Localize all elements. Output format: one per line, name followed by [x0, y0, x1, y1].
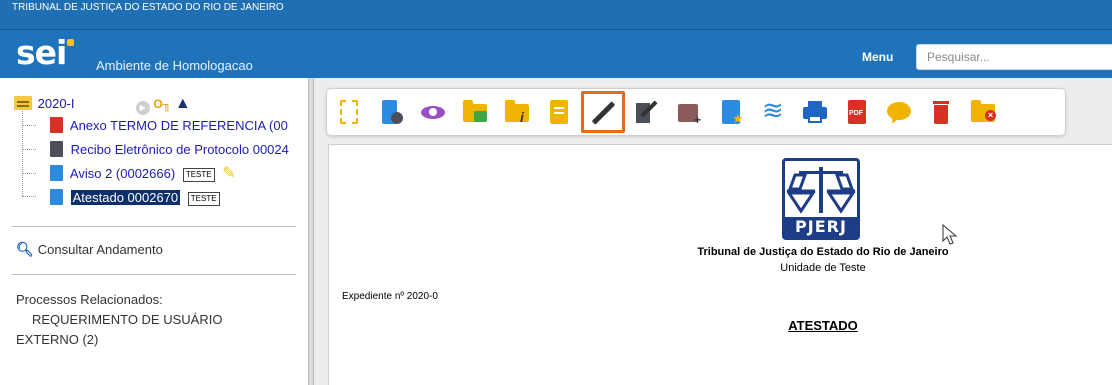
document-star-icon: ★: [718, 99, 744, 126]
tree-doc-row-selected[interactable]: Atestado 0002670 TESTE: [50, 188, 220, 208]
related-item-line1[interactable]: REQUERIMENTO DE USUÁRIO: [16, 310, 296, 330]
menu-link[interactable]: Menu: [862, 50, 893, 64]
tree-doc-row[interactable]: Anexo TERMO DE REFERENCIA (00: [50, 116, 288, 136]
mouse-cursor-icon: [942, 224, 958, 245]
layers-icon: ≋: [762, 95, 784, 125]
org-header-bar: TRIBUNAL DE JUSTIÇA DO ESTADO DO RIO DE …: [0, 0, 1112, 30]
add-to-block-button[interactable]: +: [671, 93, 707, 131]
doc-link[interactable]: Recibo Eletrônico de Protocolo 00024: [71, 142, 289, 157]
unit-name: Unidade de Teste: [780, 262, 866, 274]
doc-link-selected[interactable]: Atestado 0002670: [70, 190, 181, 205]
brand-bar: sei Ambiente de Homologacao Menu: [0, 30, 1112, 78]
favorite-document-button[interactable]: ★: [713, 93, 749, 131]
related-item-line2[interactable]: EXTERNO (2): [16, 330, 296, 350]
generate-pdf-button[interactable]: PDF: [839, 93, 875, 131]
edit-document-icon: [546, 99, 572, 125]
tree-doc-row[interactable]: Recibo Eletrônico de Protocolo 00024: [50, 140, 289, 160]
comment-button[interactable]: [881, 93, 917, 131]
print-icon: [802, 99, 828, 125]
expediente-number: Expediente nº 2020-0: [342, 291, 438, 302]
sign-document-button[interactable]: [581, 91, 625, 133]
consult-progress-link[interactable]: 🔍︎ Consultar Andamento: [16, 241, 163, 258]
sign-block-icon: [634, 99, 660, 125]
edit-document-button[interactable]: [541, 93, 577, 131]
comment-icon: [886, 99, 912, 126]
process-settings-button[interactable]: [373, 93, 409, 131]
tree-doc-row[interactable]: Aviso 2 (0002666) TESTE ✎: [50, 164, 236, 184]
org-title: TRIBUNAL DE JUSTIÇA DO ESTADO DO RIO DE …: [12, 2, 284, 13]
sign-block-button[interactable]: [629, 93, 665, 131]
new-document-button[interactable]: [331, 93, 367, 131]
folder-icon: [14, 96, 32, 110]
document-icon: [50, 189, 63, 205]
delete-button[interactable]: [923, 93, 959, 131]
process-info-button[interactable]: i: [499, 93, 535, 131]
related-title: Processos Relacionados:: [16, 292, 163, 307]
environment-label: Ambiente de Homologacao: [96, 58, 253, 73]
warning-icon[interactable]: ▲: [175, 95, 191, 112]
doc-link[interactable]: Aviso 2 (0002666): [70, 166, 175, 181]
separator: [12, 226, 296, 227]
add-block-icon: +: [676, 99, 702, 127]
send-folder-icon: [462, 99, 488, 125]
doc-link[interactable]: Anexo TERMO DE REFERENCIA (00: [70, 118, 288, 133]
key-icon[interactable]: O╖: [153, 97, 171, 111]
tree-process-node[interactable]: 2020-I ▶ O╖ ▲: [14, 94, 191, 115]
pen-icon: ✎: [222, 165, 236, 182]
process-number[interactable]: 2020-I: [38, 96, 75, 111]
process-tree-panel: 2020-I ▶ O╖ ▲ Anexo TERMO DE REFERENCIA …: [0, 78, 308, 385]
pjerj-seal: PJERJ: [782, 158, 860, 240]
new-document-icon: [336, 99, 362, 125]
pdf-icon: [50, 117, 63, 133]
layers-button[interactable]: ≋: [755, 93, 791, 131]
search-input[interactable]: [916, 44, 1112, 70]
view-icon: [420, 99, 446, 125]
scales-of-justice-icon: [786, 167, 856, 214]
print-button[interactable]: [797, 93, 833, 131]
consult-label[interactable]: Consultar Andamento: [38, 242, 163, 257]
status-badge: TESTE: [182, 168, 215, 182]
action-toolbar: i + ★ ≋ PDF ×: [326, 88, 1066, 136]
related-processes: Processos Relacionados: REQUERIMENTO DE …: [16, 290, 296, 350]
folder-info-icon: i: [504, 99, 530, 125]
search-icon: 🔍︎: [16, 241, 34, 257]
close-folder-icon: ×: [970, 99, 996, 125]
send-process-button[interactable]: [457, 93, 493, 131]
separator: [12, 274, 296, 275]
view-button[interactable]: [415, 93, 451, 131]
receipt-icon: [50, 141, 63, 157]
sign-pen-icon: [590, 99, 616, 125]
close-process-button[interactable]: ×: [965, 93, 1001, 131]
process-settings-icon: [378, 99, 404, 125]
status-badge: TESTE: [187, 192, 220, 206]
document-icon: [50, 165, 63, 181]
document-title: ATESTADO: [788, 318, 858, 333]
court-name: Tribunal de Justiça do Estado do Rio de …: [697, 246, 949, 258]
delete-icon: [928, 99, 954, 125]
pdf-icon: PDF: [844, 99, 870, 125]
sei-logo[interactable]: sei: [16, 36, 75, 70]
status-circle-icon[interactable]: ▶: [135, 101, 150, 115]
seal-text: PJERJ: [785, 217, 857, 237]
